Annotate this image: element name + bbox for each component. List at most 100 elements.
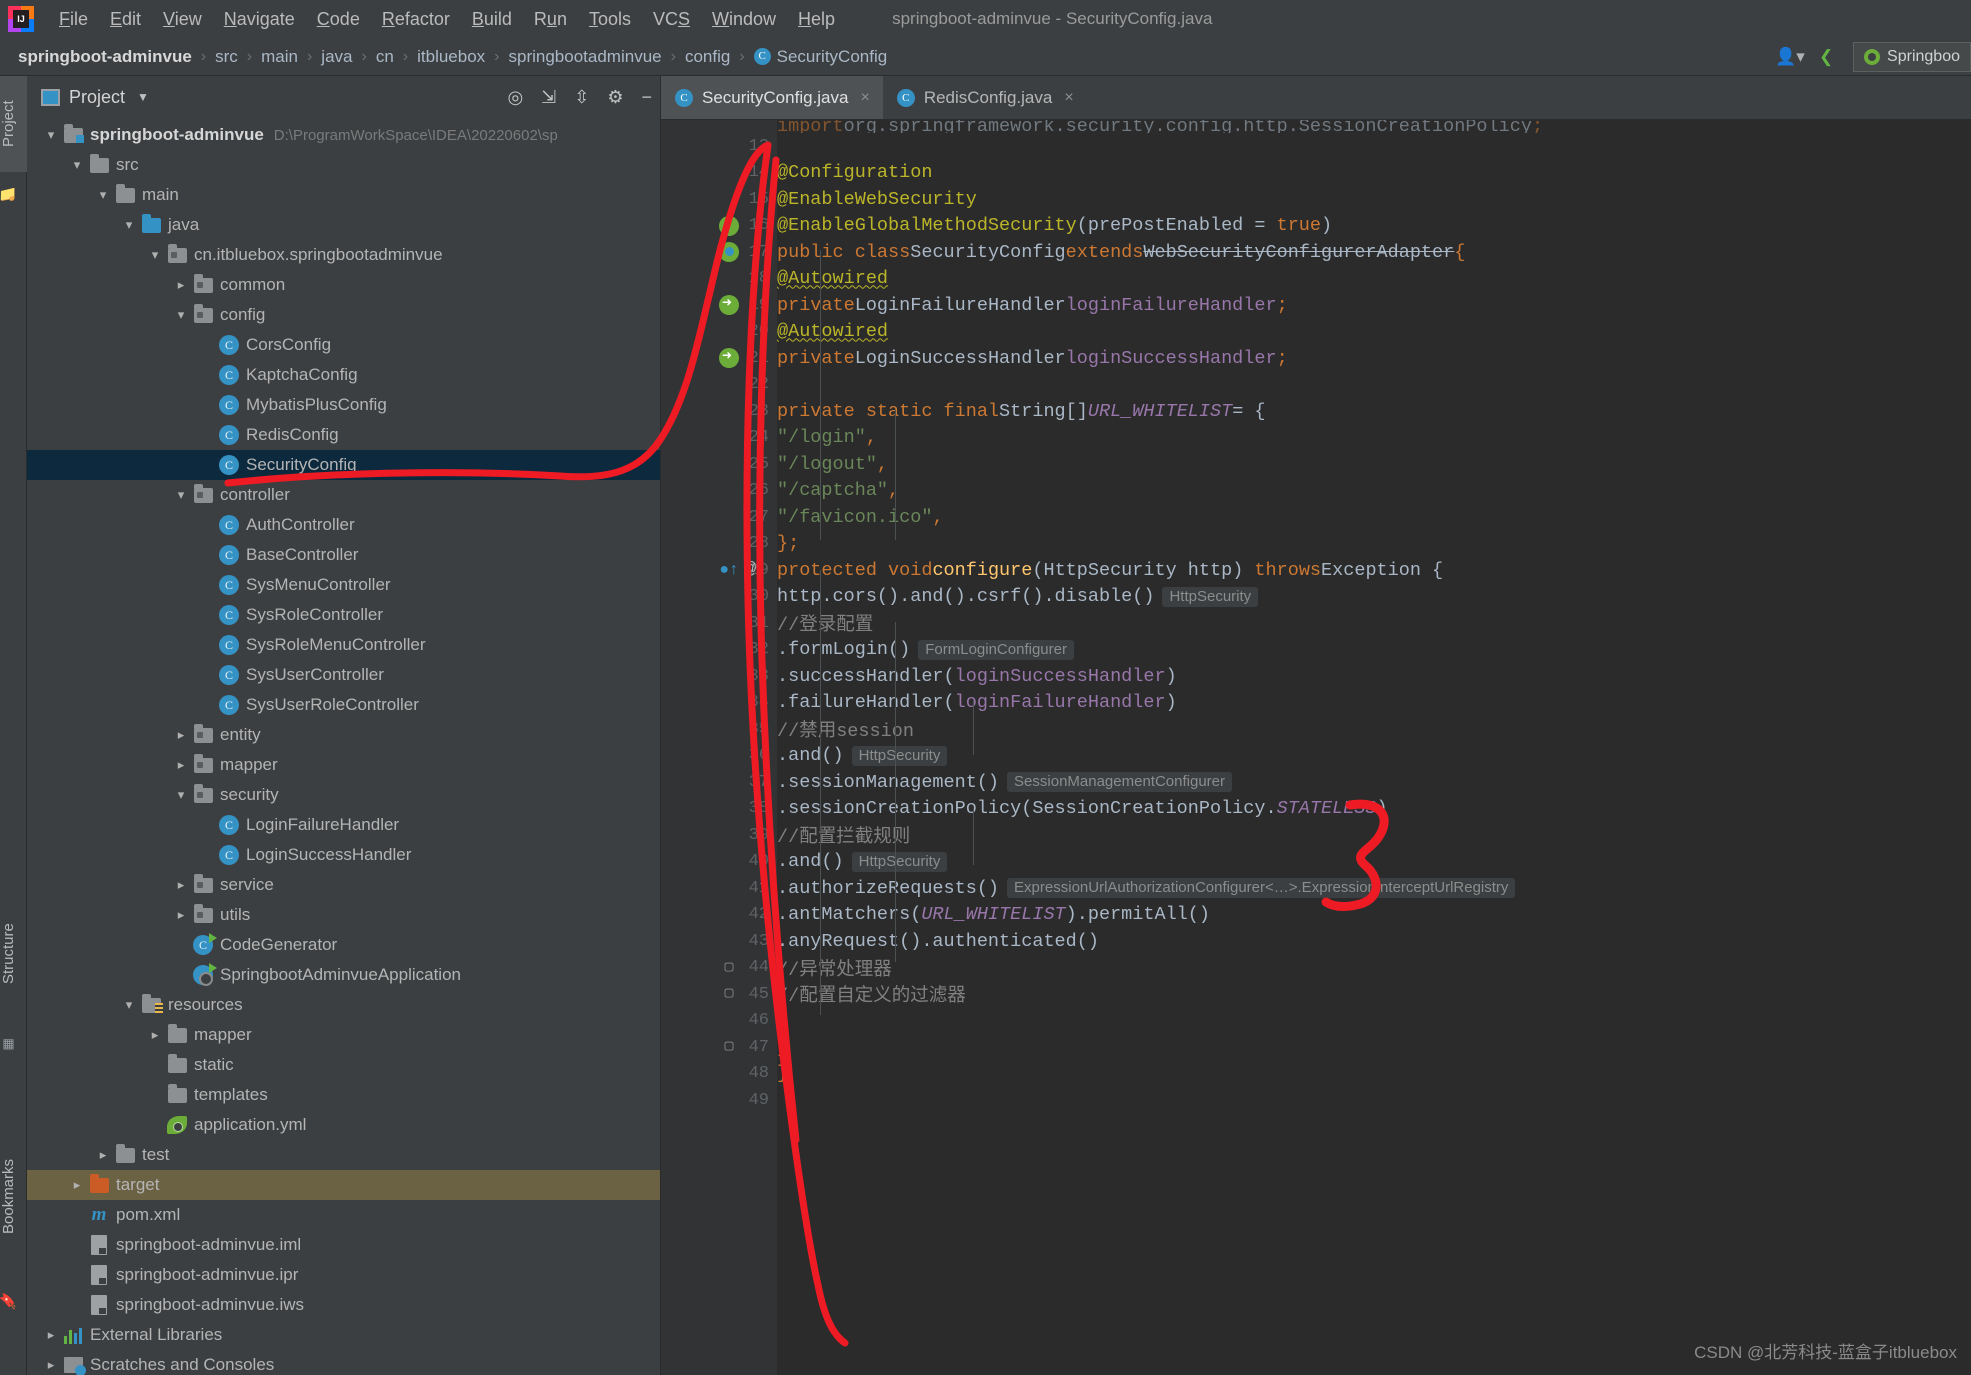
tree-item-application-yml[interactable]: ▸application.yml [27,1110,660,1140]
code-line-43[interactable]: .anyRequest().authenticated() [777,928,1971,955]
annotation-gutter-icon[interactable]: @ [741,560,761,580]
chevron-right-icon[interactable]: ▸ [67,1177,87,1193]
code-line-16[interactable]: @EnableGlobalMethodSecurity(prePostEnabl… [777,213,1971,240]
tree-item-basecontroller[interactable]: ▸CBaseController [27,540,660,570]
code-line-38[interactable]: .sessionCreationPolicy(SessionCreationPo… [777,796,1971,823]
chevron-down-icon[interactable]: ▾ [171,787,191,803]
code-line-48[interactable]: } [777,1061,1971,1088]
tree-item-mapper[interactable]: ▸mapper [27,750,660,780]
code-line-25[interactable]: "/logout", [777,451,1971,478]
gutter-line-45[interactable]: 45▢ [661,981,777,1008]
tree-item-sysuserrolecontroller[interactable]: ▸CSysUserRoleController [27,690,660,720]
chevron-down-icon[interactable]: ▾ [67,157,87,173]
tree-item-common[interactable]: ▸common [27,270,660,300]
breadcrumb-item-1[interactable]: src [215,47,238,67]
chevron-down-icon[interactable]: ▼ [137,90,149,104]
chevron-right-icon[interactable]: ▸ [171,727,191,743]
tree-item-cn-itbluebox-springbootadminvue[interactable]: ▾cn.itbluebox.springbootadminvue [27,240,660,270]
gutter-line-13[interactable]: 13 [661,133,777,160]
code-pane[interactable]: import org.springframework.security.conf… [777,120,1971,1375]
chevron-right-icon[interactable]: ▸ [93,1147,113,1163]
menu-build[interactable]: Build [461,5,523,34]
gutter-line-20[interactable]: 20 [661,319,777,346]
code-line-14[interactable]: @Configuration [777,160,1971,187]
autowired-dependency-gutter-icon[interactable] [719,295,739,315]
gutter-line-31[interactable]: 31 [661,610,777,637]
code-line-35[interactable]: //禁用session [777,716,1971,743]
code-line-49[interactable] [777,1087,1971,1114]
chevron-down-icon[interactable]: ▾ [171,487,191,503]
code-line-26[interactable]: "/captcha", [777,478,1971,505]
gutter-line-36[interactable]: 36 [661,743,777,770]
inlay-hint-l37[interactable]: SessionManagementConfigurer [1007,772,1232,792]
stripe-button-project[interactable]: Project [0,76,27,172]
gutter-line-16[interactable]: 16 [661,213,777,240]
gutter-line-28[interactable]: 28 [661,531,777,558]
fold-region-icon[interactable]: ▢ [719,958,739,978]
code-line-36[interactable]: .and()HttpSecurity [777,743,1971,770]
run-configuration-selector[interactable]: Springboo [1853,42,1971,72]
breadcrumb-item-3[interactable]: java [321,47,352,67]
tree-item-kaptchaconfig[interactable]: ▸CKaptchaConfig [27,360,660,390]
gutter-line-40[interactable]: 40 [661,849,777,876]
tab-securityconfig-java[interactable]: C SecurityConfig.java × [661,76,883,119]
gutter-line-37[interactable]: 37 [661,769,777,796]
tree-item-templates[interactable]: ▸templates [27,1080,660,1110]
fold-region-icon[interactable]: ▢ [719,984,739,1004]
gutter-line-35[interactable]: 35 [661,716,777,743]
gutter-line-39[interactable]: 39 [661,822,777,849]
code-line-27[interactable]: "/favicon.ico", [777,504,1971,531]
gutter-line-47[interactable]: 47▢ [661,1034,777,1061]
code-line-45[interactable]: //配置自定义的过滤器 [777,981,1971,1008]
tree-item-src[interactable]: ▾src [27,150,660,180]
project-tree[interactable]: ▾springboot-adminvueD:\ProgramWorkSpace\… [27,118,660,1375]
chevron-right-icon[interactable]: ▸ [171,877,191,893]
tree-item-mybatisplusconfig[interactable]: ▸CMybatisPlusConfig [27,390,660,420]
code-line-32[interactable]: .formLogin()FormLoginConfigurer [777,637,1971,664]
chevron-right-icon[interactable]: ▸ [41,1357,61,1373]
tree-item-authcontroller[interactable]: ▸CAuthController [27,510,660,540]
chevron-right-icon[interactable]: ▸ [145,1027,165,1043]
chevron-down-icon[interactable]: ▾ [145,247,165,263]
chevron-right-icon[interactable]: ▸ [171,907,191,923]
gutter-line-43[interactable]: 43 [661,928,777,955]
menu-vcs[interactable]: VCS [642,5,701,34]
bookmark-icon[interactable]: 🔖 [0,1284,27,1318]
tree-item-springboot-adminvue[interactable]: ▾springboot-adminvueD:\ProgramWorkSpace\… [27,120,660,150]
gutter-line-24[interactable]: 24 [661,425,777,452]
code-line-28[interactable]: }; [777,531,1971,558]
tree-item-loginfailurehandler[interactable]: ▸CLoginFailureHandler [27,810,660,840]
tree-item-resources[interactable]: ▾resources [27,990,660,1020]
gutter-line-17[interactable]: 17 [661,239,777,266]
locate-icon[interactable]: ◎ [507,88,523,106]
gutter-line-22[interactable]: 22 [661,372,777,399]
code-line-21[interactable]: private LoginSuccessHandler loginSuccess… [777,345,1971,372]
tree-item-sysmenucontroller[interactable]: ▸CSysMenuController [27,570,660,600]
tree-item-test[interactable]: ▸test [27,1140,660,1170]
code-line-39[interactable]: //配置拦截规则 [777,822,1971,849]
settings-gear-icon[interactable]: ⚙ [607,88,623,106]
menu-navigate[interactable]: Navigate [213,5,306,34]
gutter-line-19[interactable]: 19 [661,292,777,319]
menu-view[interactable]: View [152,5,213,34]
close-icon[interactable]: × [1064,89,1073,107]
tab-redisconfig-java[interactable]: C RedisConfig.java × [883,76,1087,119]
editor-body[interactable]: 121314−151617181920212223242526272829●↑@… [661,120,1971,1375]
gutter-line-21[interactable]: 21 [661,345,777,372]
tree-item-controller[interactable]: ▾controller [27,480,660,510]
menu-help[interactable]: Help [787,5,846,34]
code-line-20[interactable]: @Autowired [777,319,1971,346]
tree-item-external-libraries[interactable]: ▸External Libraries [27,1320,660,1350]
tree-item-loginsuccesshandler[interactable]: ▸CLoginSuccessHandler [27,840,660,870]
code-line-17[interactable]: public class SecurityConfig extends WebS… [777,239,1971,266]
hide-icon[interactable]: − [641,88,652,106]
tree-item-main[interactable]: ▾main [27,180,660,210]
gutter-line-33[interactable]: 33 [661,663,777,690]
chevron-down-icon[interactable]: ▾ [119,997,139,1013]
gutter-line-46[interactable]: 46 [661,1008,777,1035]
tree-item-config[interactable]: ▾config [27,300,660,330]
tree-item-sysrolecontroller[interactable]: ▸CSysRoleController [27,600,660,630]
breadcrumb-item-8[interactable]: SecurityConfig [777,47,888,67]
code-line-23[interactable]: private static final String[] URL_WHITEL… [777,398,1971,425]
code-line-31[interactable]: //登录配置 [777,610,1971,637]
